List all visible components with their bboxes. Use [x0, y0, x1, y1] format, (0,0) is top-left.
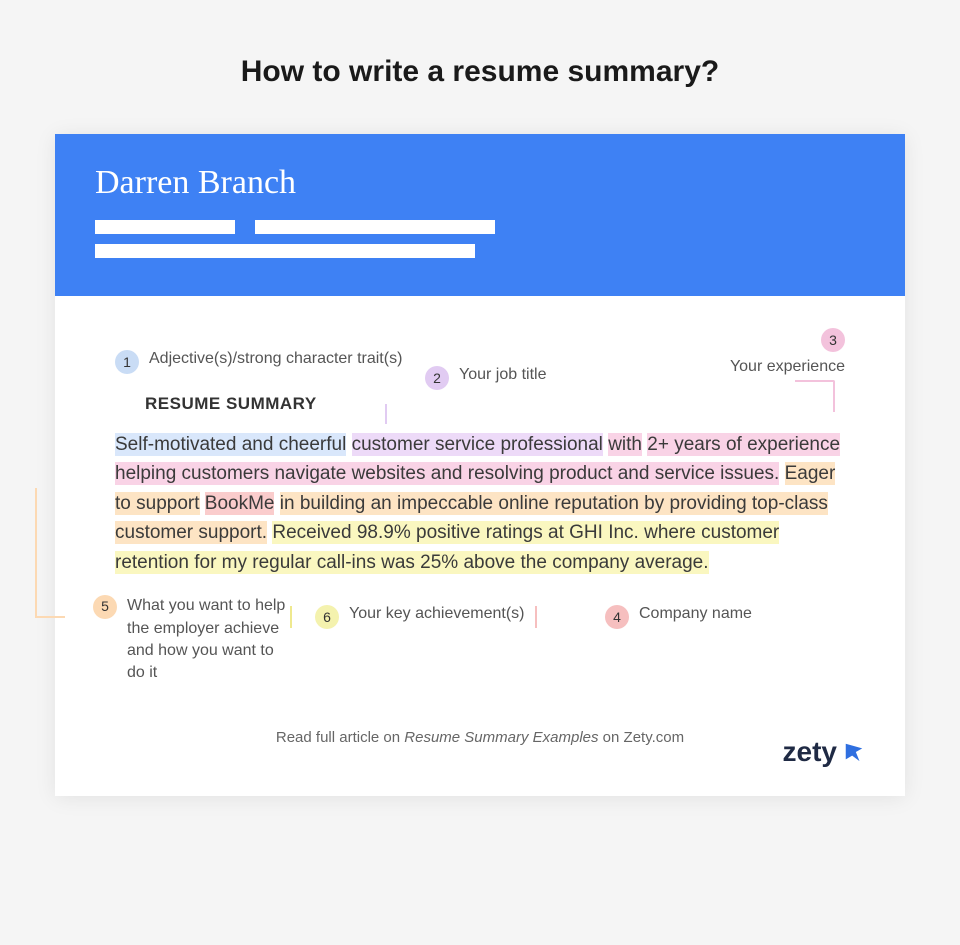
annotation-6: 6 Your key achievement(s)	[315, 605, 525, 629]
resume-content: 1 Adjective(s)/strong character trait(s)…	[55, 296, 905, 796]
page-title: How to write a resume summary?	[0, 55, 960, 89]
resume-card: Darren Branch 1 Adjective(s)/strong char…	[55, 134, 905, 796]
annotation-label: Your key achievement(s)	[349, 605, 525, 623]
brand-icon	[843, 741, 865, 763]
section-title: RESUME SUMMARY	[145, 394, 845, 414]
brand-logo: zety	[783, 736, 865, 768]
resume-summary-text: Self-motivated and cheerful customer ser…	[115, 430, 845, 577]
annotation-label: Your job title	[459, 366, 546, 384]
brand-name: zety	[783, 736, 837, 768]
highlight-experience: with	[608, 433, 642, 456]
annotation-badge-5: 5	[93, 595, 117, 619]
annotation-label: Company name	[639, 605, 752, 623]
footer-prefix: Read full article on	[276, 729, 404, 746]
resume-header: Darren Branch	[55, 134, 905, 296]
annotation-badge-4: 4	[605, 605, 629, 629]
annotation-label: Your experience	[730, 358, 845, 376]
highlight-company-name: BookMe	[205, 492, 275, 515]
footer-suffix: on Zety.com	[599, 729, 685, 746]
footer-link: Resume Summary Examples	[404, 729, 598, 746]
annotation-2: 2 Your job title	[425, 366, 546, 390]
annotation-label: Adjective(s)/strong character trait(s)	[149, 350, 402, 368]
connector-line	[385, 404, 387, 424]
highlight-adjectives: Self-motivated and cheerful	[115, 433, 346, 456]
footer-text: Read full article on Resume Summary Exam…	[115, 729, 845, 756]
annotation-badge-2: 2	[425, 366, 449, 390]
annotation-5: 5 What you want to help the employer ach…	[93, 595, 293, 685]
annotation-label: What you want to help the employer achie…	[127, 595, 293, 685]
annotation-3: 3 Your experience	[730, 328, 845, 376]
annotation-4: 4 Company name	[605, 605, 752, 629]
header-placeholder-bars	[95, 220, 865, 258]
connector-line	[35, 488, 65, 618]
highlight-job-title: customer service professional	[352, 433, 603, 456]
annotation-badge-6: 6	[315, 605, 339, 629]
annotation-1: 1 Adjective(s)/strong character trait(s)	[115, 350, 402, 374]
annotation-badge-3: 3	[821, 328, 845, 352]
annotation-badge-1: 1	[115, 350, 139, 374]
resume-name: Darren Branch	[95, 164, 865, 202]
